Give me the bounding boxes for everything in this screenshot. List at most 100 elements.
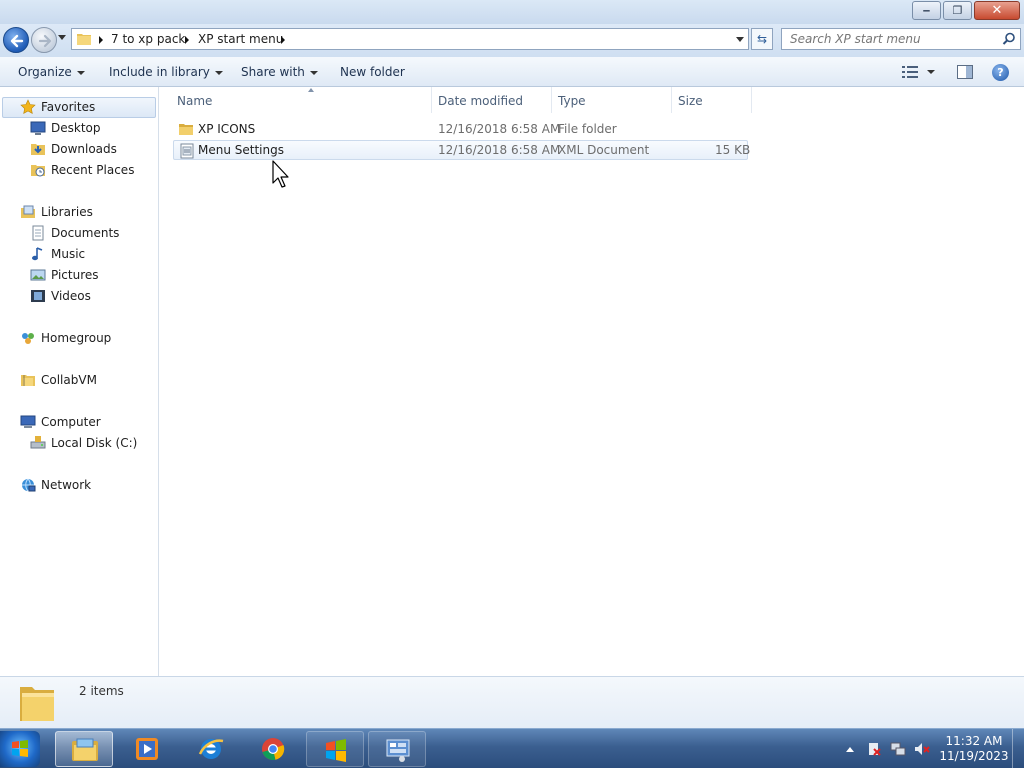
column-header-size[interactable]: Size — [672, 87, 752, 113]
breadcrumb-separator[interactable] — [99, 36, 103, 44]
forward-arrow-icon — [38, 34, 52, 48]
chevron-down-icon — [214, 70, 223, 75]
nav-downloads[interactable]: Downloads — [30, 139, 117, 159]
libraries-icon — [21, 205, 35, 218]
search-placeholder: Search XP start menu — [790, 32, 921, 46]
recent-pages-dropdown[interactable] — [58, 35, 66, 40]
nav-downloads-label: Downloads — [51, 142, 117, 156]
file-name: XP ICONS — [198, 122, 256, 136]
nav-recent-label: Recent Places — [51, 163, 135, 177]
nav-pictures[interactable]: Pictures — [30, 265, 99, 285]
back-button[interactable] — [3, 27, 29, 53]
file-row-menu-settings[interactable]: Menu Settings 12/16/2018 6:58 AM XML Doc… — [173, 140, 750, 160]
taskbar: 11:32 AM 11/19/2023 — [0, 728, 1024, 768]
new-folder-button[interactable]: New folder — [340, 65, 405, 79]
column-size-label: Size — [678, 94, 703, 108]
nav-music[interactable]: Music — [30, 244, 85, 264]
column-header-date[interactable]: Date modified — [432, 87, 552, 113]
taskbar-internet-explorer[interactable] — [182, 731, 240, 767]
nav-local-disk[interactable]: Local Disk (C:) — [30, 433, 137, 453]
documents-icon — [32, 225, 44, 241]
nav-collabvm[interactable]: CollabVM — [20, 370, 97, 390]
include-label: Include in library — [109, 65, 210, 79]
nav-computer[interactable]: Computer — [20, 412, 101, 432]
clock-date: 11/19/2023 — [939, 749, 1009, 763]
search-input[interactable]: Search XP start menu — [781, 28, 1021, 50]
file-type: XML Document — [558, 143, 650, 157]
mouse-cursor-icon — [272, 160, 289, 188]
close-button[interactable]: ✕ — [974, 1, 1020, 20]
start-button[interactable] — [0, 731, 40, 767]
item-count: 2 items — [79, 684, 124, 698]
nav-recent-places[interactable]: Recent Places — [30, 160, 134, 180]
search-icon[interactable] — [1002, 32, 1016, 46]
restore-icon: ❐ — [952, 4, 963, 17]
desktop-icon — [30, 121, 46, 135]
nav-desktop[interactable]: Desktop — [30, 118, 101, 138]
column-header-name[interactable]: Name — [171, 87, 432, 113]
taskbar-explorer[interactable] — [55, 731, 113, 767]
nav-videos[interactable]: Videos — [30, 286, 91, 306]
refresh-icon: ⇆ — [756, 32, 768, 46]
column-name-label: Name — [177, 94, 213, 108]
navigation-pane: Favorites Desktop Downloads Recent Place… — [0, 87, 159, 676]
recent-places-icon — [31, 165, 45, 177]
navigation-bar: 7 to xp pack XP start menu ⇆ Search XP s… — [0, 24, 1024, 57]
forward-button[interactable] — [31, 27, 57, 53]
nav-desktop-label: Desktop — [51, 121, 101, 135]
show-hidden-icons-button[interactable] — [846, 747, 854, 752]
address-bar[interactable]: 7 to xp pack XP start menu — [71, 28, 749, 50]
refresh-button[interactable]: ⇆ — [751, 28, 773, 50]
help-icon[interactable]: ? — [992, 64, 1009, 81]
nav-computer-label: Computer — [41, 415, 101, 429]
network-status-icon[interactable] — [890, 741, 906, 757]
views-dropdown[interactable] — [927, 70, 935, 74]
show-desktop-button[interactable] — [1012, 729, 1024, 768]
sort-ascending-icon — [308, 88, 314, 92]
nav-homegroup-label: Homegroup — [41, 331, 112, 345]
homegroup-icon — [22, 333, 34, 344]
star-icon — [20, 99, 36, 114]
column-type-label: Type — [558, 94, 586, 108]
internet-explorer-icon — [198, 739, 224, 759]
windows-logo-icon — [12, 740, 28, 757]
views-icon[interactable] — [902, 66, 918, 78]
breadcrumb-separator[interactable] — [281, 36, 285, 44]
organize-label: Organize — [18, 65, 72, 79]
maximize-button[interactable]: ❐ — [943, 1, 972, 20]
file-date: 12/16/2018 6:58 AM — [438, 143, 561, 157]
explorer-folder-icon — [72, 738, 98, 761]
nav-favorites[interactable]: Favorites — [20, 97, 95, 117]
file-row-xp-icons[interactable]: XP ICONS 12/16/2018 6:58 AM File folder — [173, 119, 748, 139]
minimize-button[interactable]: ‒ — [912, 1, 941, 20]
pictures-icon — [30, 269, 46, 281]
nav-network[interactable]: Network — [20, 475, 91, 495]
nav-homegroup[interactable]: Homegroup — [20, 328, 111, 348]
nav-documents[interactable]: Documents — [30, 223, 119, 243]
nav-pictures-label: Pictures — [51, 268, 99, 282]
share-with-button[interactable]: Share with — [241, 65, 318, 79]
taskbar-media-player[interactable] — [118, 731, 176, 767]
command-bar: Organize Include in library Share with N… — [0, 57, 1024, 87]
preview-pane-icon[interactable] — [957, 65, 973, 79]
back-arrow-icon — [10, 34, 24, 48]
organize-button[interactable]: Organize — [18, 65, 85, 79]
file-type: File folder — [558, 122, 617, 136]
breadcrumb-7-to-xp-pack[interactable]: 7 to xp pack — [111, 32, 185, 46]
action-center-icon[interactable] — [866, 741, 882, 757]
volume-muted-icon[interactable] — [914, 741, 930, 757]
taskbar-windows-app[interactable] — [306, 731, 364, 767]
breadcrumb-xp-start-menu[interactable]: XP start menu — [198, 32, 283, 46]
column-header-type[interactable]: Type — [552, 87, 672, 113]
folder-icon — [20, 687, 54, 721]
nav-videos-label: Videos — [51, 289, 91, 303]
taskbar-control-panel[interactable] — [368, 731, 426, 767]
address-history-dropdown[interactable] — [736, 37, 744, 42]
taskbar-chrome[interactable] — [244, 731, 302, 767]
system-clock[interactable]: 11:32 AM 11/19/2023 — [938, 734, 1010, 764]
include-in-library-button[interactable]: Include in library — [109, 65, 223, 79]
breadcrumb-separator[interactable] — [185, 36, 189, 44]
file-date: 12/16/2018 6:58 AM — [438, 122, 561, 136]
music-icon — [32, 247, 43, 261]
nav-libraries[interactable]: Libraries — [20, 202, 93, 222]
